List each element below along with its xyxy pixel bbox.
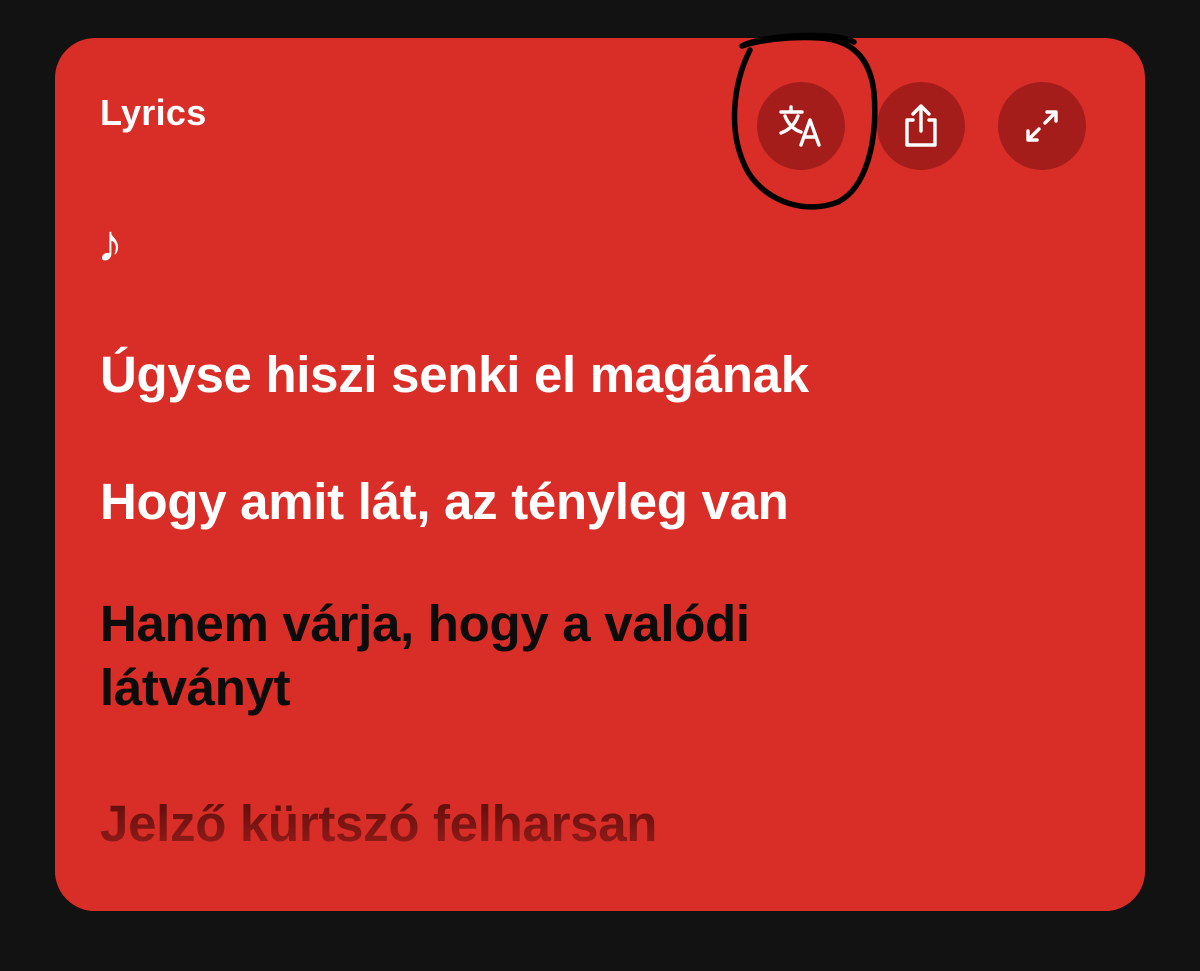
lyric-line-2[interactable]: Hogy amit lát, az tényleg van: [100, 470, 1030, 534]
translate-button[interactable]: [757, 82, 845, 170]
lyric-line-4[interactable]: Jelző kürtszó felharsan: [100, 792, 1030, 856]
lyric-line-3-current[interactable]: Hanem várja, hogy a valódi látványt: [100, 592, 900, 720]
expand-button[interactable]: [998, 82, 1086, 170]
lyrics-title: Lyrics: [100, 92, 207, 133]
lyric-line-1[interactable]: Úgyse hiszi senki el magának: [100, 343, 1030, 407]
expand-icon: [1026, 110, 1058, 142]
lyrics-card: Lyrics ♪ Úgyse hiszi senki el magának Ho…: [55, 38, 1145, 911]
music-note-icon: ♪: [97, 215, 123, 273]
share-button[interactable]: [877, 82, 965, 170]
share-icon: [905, 104, 937, 147]
translate-icon: [779, 105, 821, 147]
